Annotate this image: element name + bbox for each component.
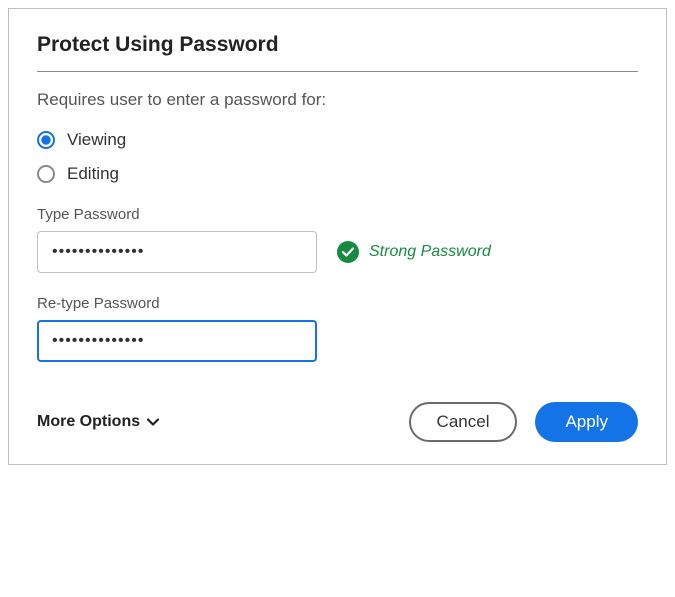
apply-button[interactable]: Apply <box>535 402 638 442</box>
radio-viewing[interactable]: Viewing <box>37 130 638 150</box>
password-protect-dialog: Protect Using Password Requires user to … <box>8 8 667 465</box>
divider <box>37 71 638 72</box>
button-group: Cancel Apply <box>409 402 638 442</box>
password-strength: Strong Password <box>337 241 491 263</box>
cancel-button[interactable]: Cancel <box>409 402 518 442</box>
type-password-row: Strong Password <box>37 231 638 273</box>
radio-editing-label: Editing <box>67 164 119 184</box>
dialog-title: Protect Using Password <box>37 33 638 57</box>
dialog-subtitle: Requires user to enter a password for: <box>37 90 638 110</box>
retype-password-row <box>37 320 638 362</box>
access-radio-group: Viewing Editing <box>37 130 638 184</box>
type-password-label: Type Password <box>37 206 638 223</box>
radio-viewing-label: Viewing <box>67 130 126 150</box>
more-options-toggle[interactable]: More Options <box>37 413 160 431</box>
chevron-down-icon <box>146 415 160 429</box>
dialog-footer: More Options Cancel Apply <box>37 402 638 442</box>
retype-password-input[interactable] <box>37 320 317 362</box>
type-password-input[interactable] <box>37 231 317 273</box>
retype-password-label: Re-type Password <box>37 295 638 312</box>
radio-checked-icon <box>37 131 55 149</box>
radio-unchecked-icon <box>37 165 55 183</box>
radio-editing[interactable]: Editing <box>37 164 638 184</box>
password-strength-text: Strong Password <box>369 243 491 261</box>
more-options-label: More Options <box>37 413 140 431</box>
checkmark-icon <box>337 241 359 263</box>
